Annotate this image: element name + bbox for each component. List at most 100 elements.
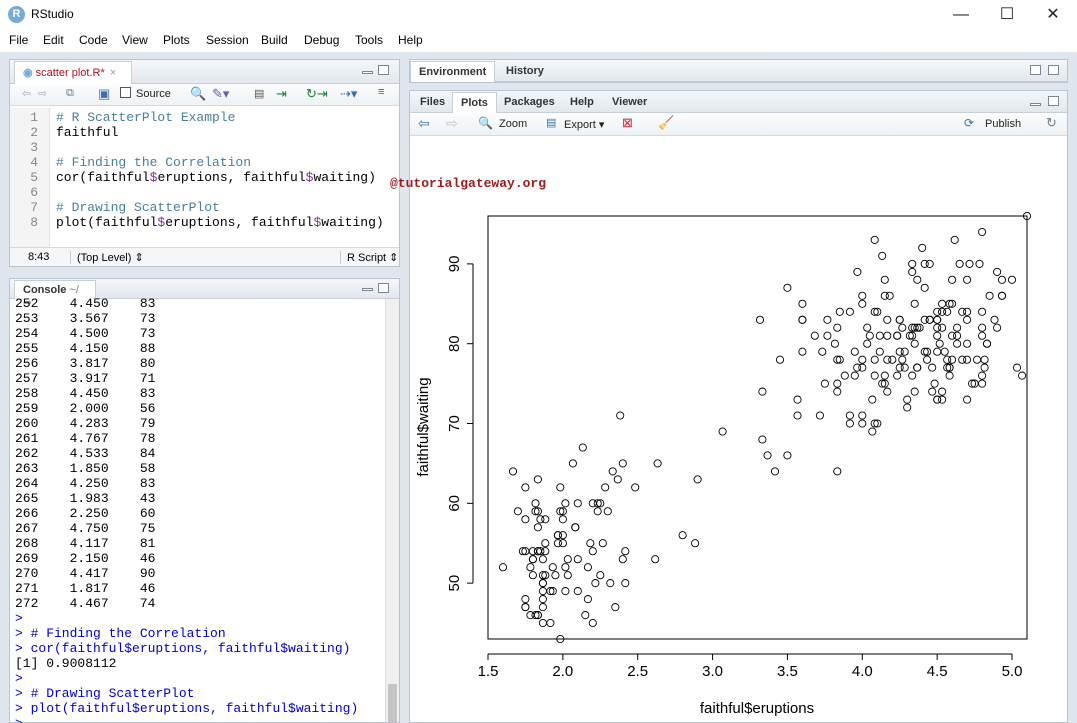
run-icon[interactable]: ⇥	[276, 86, 287, 102]
compile-report-icon[interactable]: ▤	[254, 87, 264, 100]
data-point	[918, 243, 927, 252]
x-tick-label: 3.0	[702, 663, 723, 680]
code-tools-icon[interactable]: ✎▾	[212, 86, 229, 102]
data-point	[883, 387, 892, 396]
data-point	[521, 595, 530, 604]
menu-help[interactable]: Help	[398, 33, 423, 47]
data-point	[538, 579, 547, 588]
plots-tab-strip: Files Plots Packages Help Viewer	[410, 91, 1067, 113]
data-point	[538, 587, 547, 596]
console-line: 259 2.000 56	[15, 401, 156, 416]
line-number: 8	[30, 215, 38, 230]
data-point	[528, 571, 537, 580]
r-file-icon: ◉	[23, 67, 33, 79]
data-point	[558, 515, 567, 524]
plots-toolbar: ⇦ ⇨ 🔍 Zoom ▤ Export ▾ ⊠ 🧹 ⟳ Publish ↻	[410, 113, 1067, 136]
env-maximize-icon[interactable]	[1048, 65, 1059, 75]
data-point	[853, 267, 862, 276]
forward-icon[interactable]: ⇨	[38, 87, 47, 100]
console-line: 262 4.533 84	[15, 446, 156, 461]
data-point	[908, 259, 917, 268]
menu-session[interactable]: Session	[206, 33, 249, 47]
arrow-right-icon[interactable]: ⇨	[446, 115, 458, 132]
maximize-pane-icon[interactable]	[378, 65, 389, 75]
zoom-button[interactable]: Zoom	[499, 118, 527, 130]
remove-plot-icon[interactable]: ⊠	[622, 115, 633, 131]
data-point	[965, 259, 974, 268]
data-point	[758, 435, 767, 444]
scope-selector[interactable]: (Top Level) ⇕	[70, 251, 144, 264]
data-point	[985, 291, 994, 300]
export-icon[interactable]: ▤	[546, 116, 556, 129]
publish-button[interactable]: Publish	[985, 118, 1021, 130]
console-maximize-icon[interactable]	[378, 283, 389, 293]
save-icon[interactable]: ▣	[98, 86, 110, 102]
magnifier-icon[interactable]: 🔍	[478, 116, 493, 130]
data-point	[858, 291, 867, 300]
data-point	[982, 339, 992, 348]
data-point	[938, 387, 947, 396]
data-point	[718, 427, 727, 436]
source-menu-icon[interactable]: ⇢▾	[340, 86, 357, 102]
menu-view[interactable]: View	[122, 33, 148, 47]
source-on-save-checkbox[interactable]	[120, 87, 131, 98]
back-icon[interactable]: ⇦	[22, 87, 31, 100]
editor-toolbar: ⇦ ⇨ ⧉ ▣ Source 🔍 ✎▾ ▤ ⇥ ↻⇥ ⇢▾ ≡	[10, 84, 399, 106]
maximize-button[interactable]: ☐	[992, 4, 1022, 26]
env-restore-icon[interactable]	[1030, 65, 1041, 75]
tab-help[interactable]: Help	[562, 92, 602, 113]
data-point	[933, 347, 942, 356]
menu-code[interactable]: Code	[79, 33, 108, 47]
line-number: 3	[30, 140, 38, 155]
tab-plots[interactable]: Plots	[452, 92, 497, 113]
code-area[interactable]: 1 # R ScatterPlot Example 2 faithful 3 4 # Fin…	[10, 108, 399, 248]
data-point	[521, 603, 530, 612]
data-point	[611, 603, 620, 612]
show-in-window-icon[interactable]: ⧉	[66, 87, 74, 100]
minimize-pane-icon[interactable]	[362, 71, 373, 74]
broom-icon[interactable]: 🧹	[658, 115, 674, 131]
tab-scatter-plot-file[interactable]: ◉ scatter plot.R* ×	[14, 61, 132, 84]
close-button[interactable]: ✕	[1038, 4, 1068, 26]
plots-maximize-icon[interactable]	[1048, 96, 1059, 106]
file-type-selector[interactable]: R Script ⇕	[340, 251, 398, 264]
menu-bar: File Edit Code View Plots Session Build …	[0, 30, 1077, 52]
data-point	[963, 275, 972, 284]
close-tab-icon[interactable]: ×	[110, 67, 116, 79]
arrow-left-icon[interactable]: ⇦	[418, 115, 430, 132]
export-button[interactable]: Export ▾	[564, 118, 604, 131]
environment-pane: Environment History	[409, 59, 1068, 83]
plots-minimize-icon[interactable]	[1030, 103, 1041, 106]
find-icon[interactable]: 🔍	[190, 86, 206, 102]
publish-icon[interactable]: ⟳	[964, 116, 974, 130]
data-point	[1018, 371, 1027, 380]
rerun-icon[interactable]: ↻⇥	[306, 86, 328, 102]
minimize-button[interactable]: —	[946, 4, 976, 26]
data-point	[608, 467, 617, 476]
tab-environment[interactable]: Environment	[410, 61, 496, 82]
tab-viewer[interactable]: Viewer	[604, 92, 655, 113]
console-scrollbar-thumb[interactable]	[388, 684, 397, 723]
outline-icon[interactable]: ≡	[378, 86, 384, 98]
menu-tools[interactable]: Tools	[355, 33, 383, 47]
data-point	[763, 451, 772, 460]
menu-file[interactable]: File	[9, 33, 28, 47]
data-point	[798, 299, 807, 308]
console-minimize-icon[interactable]	[362, 288, 373, 291]
line-number: 5	[30, 170, 38, 185]
console-scrollbar[interactable]	[385, 299, 399, 723]
data-point	[538, 555, 547, 564]
menu-plots[interactable]: Plots	[163, 33, 190, 47]
console-line: 271 1.817 46	[15, 581, 156, 596]
menu-edit[interactable]: Edit	[43, 33, 64, 47]
tab-packages[interactable]: Packages	[496, 92, 563, 113]
data-point	[880, 275, 889, 284]
data-point	[893, 371, 902, 380]
tab-history[interactable]: History	[498, 61, 552, 82]
data-point	[963, 307, 972, 316]
data-point	[606, 579, 615, 588]
menu-debug[interactable]: Debug	[304, 33, 339, 47]
tab-files[interactable]: Files	[412, 92, 453, 113]
menu-build[interactable]: Build	[261, 33, 288, 47]
refresh-icon[interactable]: ↻	[1046, 115, 1057, 131]
